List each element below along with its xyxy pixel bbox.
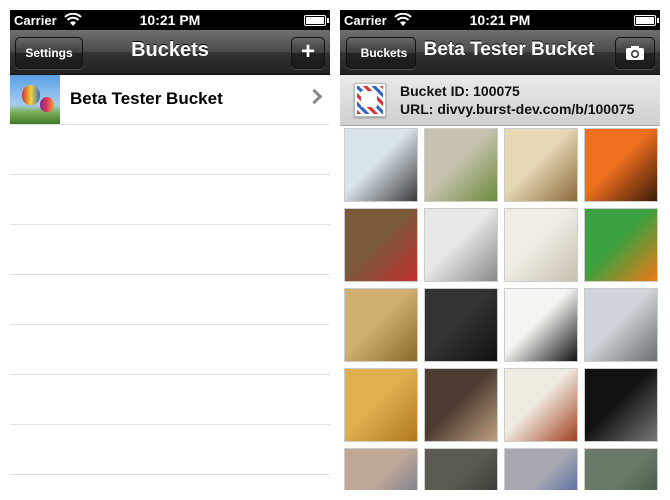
- photo-wood-door[interactable]: [344, 368, 418, 442]
- bucket-info-bar: Bucket ID: 100075 URL: divvy.burst-dev.c…: [340, 75, 660, 126]
- photo-drawing[interactable]: [424, 208, 498, 282]
- photo-grid: [340, 126, 660, 490]
- photo-people-office[interactable]: [424, 368, 498, 442]
- camera-button[interactable]: [615, 37, 655, 69]
- photo-baby[interactable]: [344, 448, 418, 490]
- empty-row: [10, 175, 330, 225]
- chevron-right-icon: [306, 88, 323, 105]
- empty-row: [10, 425, 330, 475]
- bucket-detail-screen: Carrier 10:21 PM Buckets Beta Tester Buc…: [340, 10, 660, 490]
- photo-salad-bowl[interactable]: [424, 128, 498, 202]
- photo-child-with-toy[interactable]: [344, 208, 418, 282]
- photo-green-fabric[interactable]: [584, 448, 658, 490]
- empty-row: [10, 325, 330, 375]
- photo-backpack[interactable]: [424, 448, 498, 490]
- photo-eggs[interactable]: [504, 208, 578, 282]
- battery-icon: [304, 15, 329, 26]
- bucket-id: Bucket ID: 100075: [400, 83, 520, 99]
- empty-row: [10, 225, 330, 275]
- envelope-icon: [354, 83, 386, 117]
- photo-pen-on-paper[interactable]: [504, 288, 578, 362]
- bucket-url: URL: divvy.burst-dev.com/b/100075: [400, 101, 635, 117]
- bucket-row[interactable]: Beta Tester Bucket: [10, 75, 330, 125]
- camera-icon: [626, 46, 644, 60]
- buckets-screen: Carrier 10:21 PM Settings Buckets + Beta…: [10, 10, 330, 490]
- status-bar: Carrier 10:21 PM: [10, 10, 330, 30]
- status-time: 10:21 PM: [469, 12, 531, 28]
- photo-noodle-soup[interactable]: [504, 128, 578, 202]
- battery-icon: [634, 15, 659, 26]
- photo-smartphone[interactable]: [424, 288, 498, 362]
- photo-railway[interactable]: [584, 288, 658, 362]
- empty-row: [10, 275, 330, 325]
- add-bucket-button[interactable]: +: [291, 37, 325, 69]
- empty-row: [10, 375, 330, 425]
- navigation-bar: Buckets Beta Tester Bucket: [340, 30, 660, 75]
- photo-gadget-box[interactable]: [344, 288, 418, 362]
- status-time: 10:21 PM: [139, 12, 201, 28]
- bucket-list: Beta Tester Bucket: [10, 75, 330, 475]
- photo-computer-desk[interactable]: [344, 128, 418, 202]
- page-title: Beta Tester Bucket: [423, 39, 595, 60]
- photo-sunset[interactable]: [584, 128, 658, 202]
- page-title: Buckets: [131, 39, 209, 61]
- photo-street[interactable]: [504, 448, 578, 490]
- photo-teamwork-poster[interactable]: [584, 368, 658, 442]
- photo-clownfish[interactable]: [584, 208, 658, 282]
- bucket-thumbnail: [10, 75, 60, 124]
- navigation-bar: Settings Buckets +: [10, 30, 330, 75]
- bucket-name: Beta Tester Bucket: [70, 89, 223, 108]
- status-bar: Carrier 10:21 PM: [340, 10, 660, 30]
- empty-row: [10, 125, 330, 175]
- photo-food-plates[interactable]: [504, 368, 578, 442]
